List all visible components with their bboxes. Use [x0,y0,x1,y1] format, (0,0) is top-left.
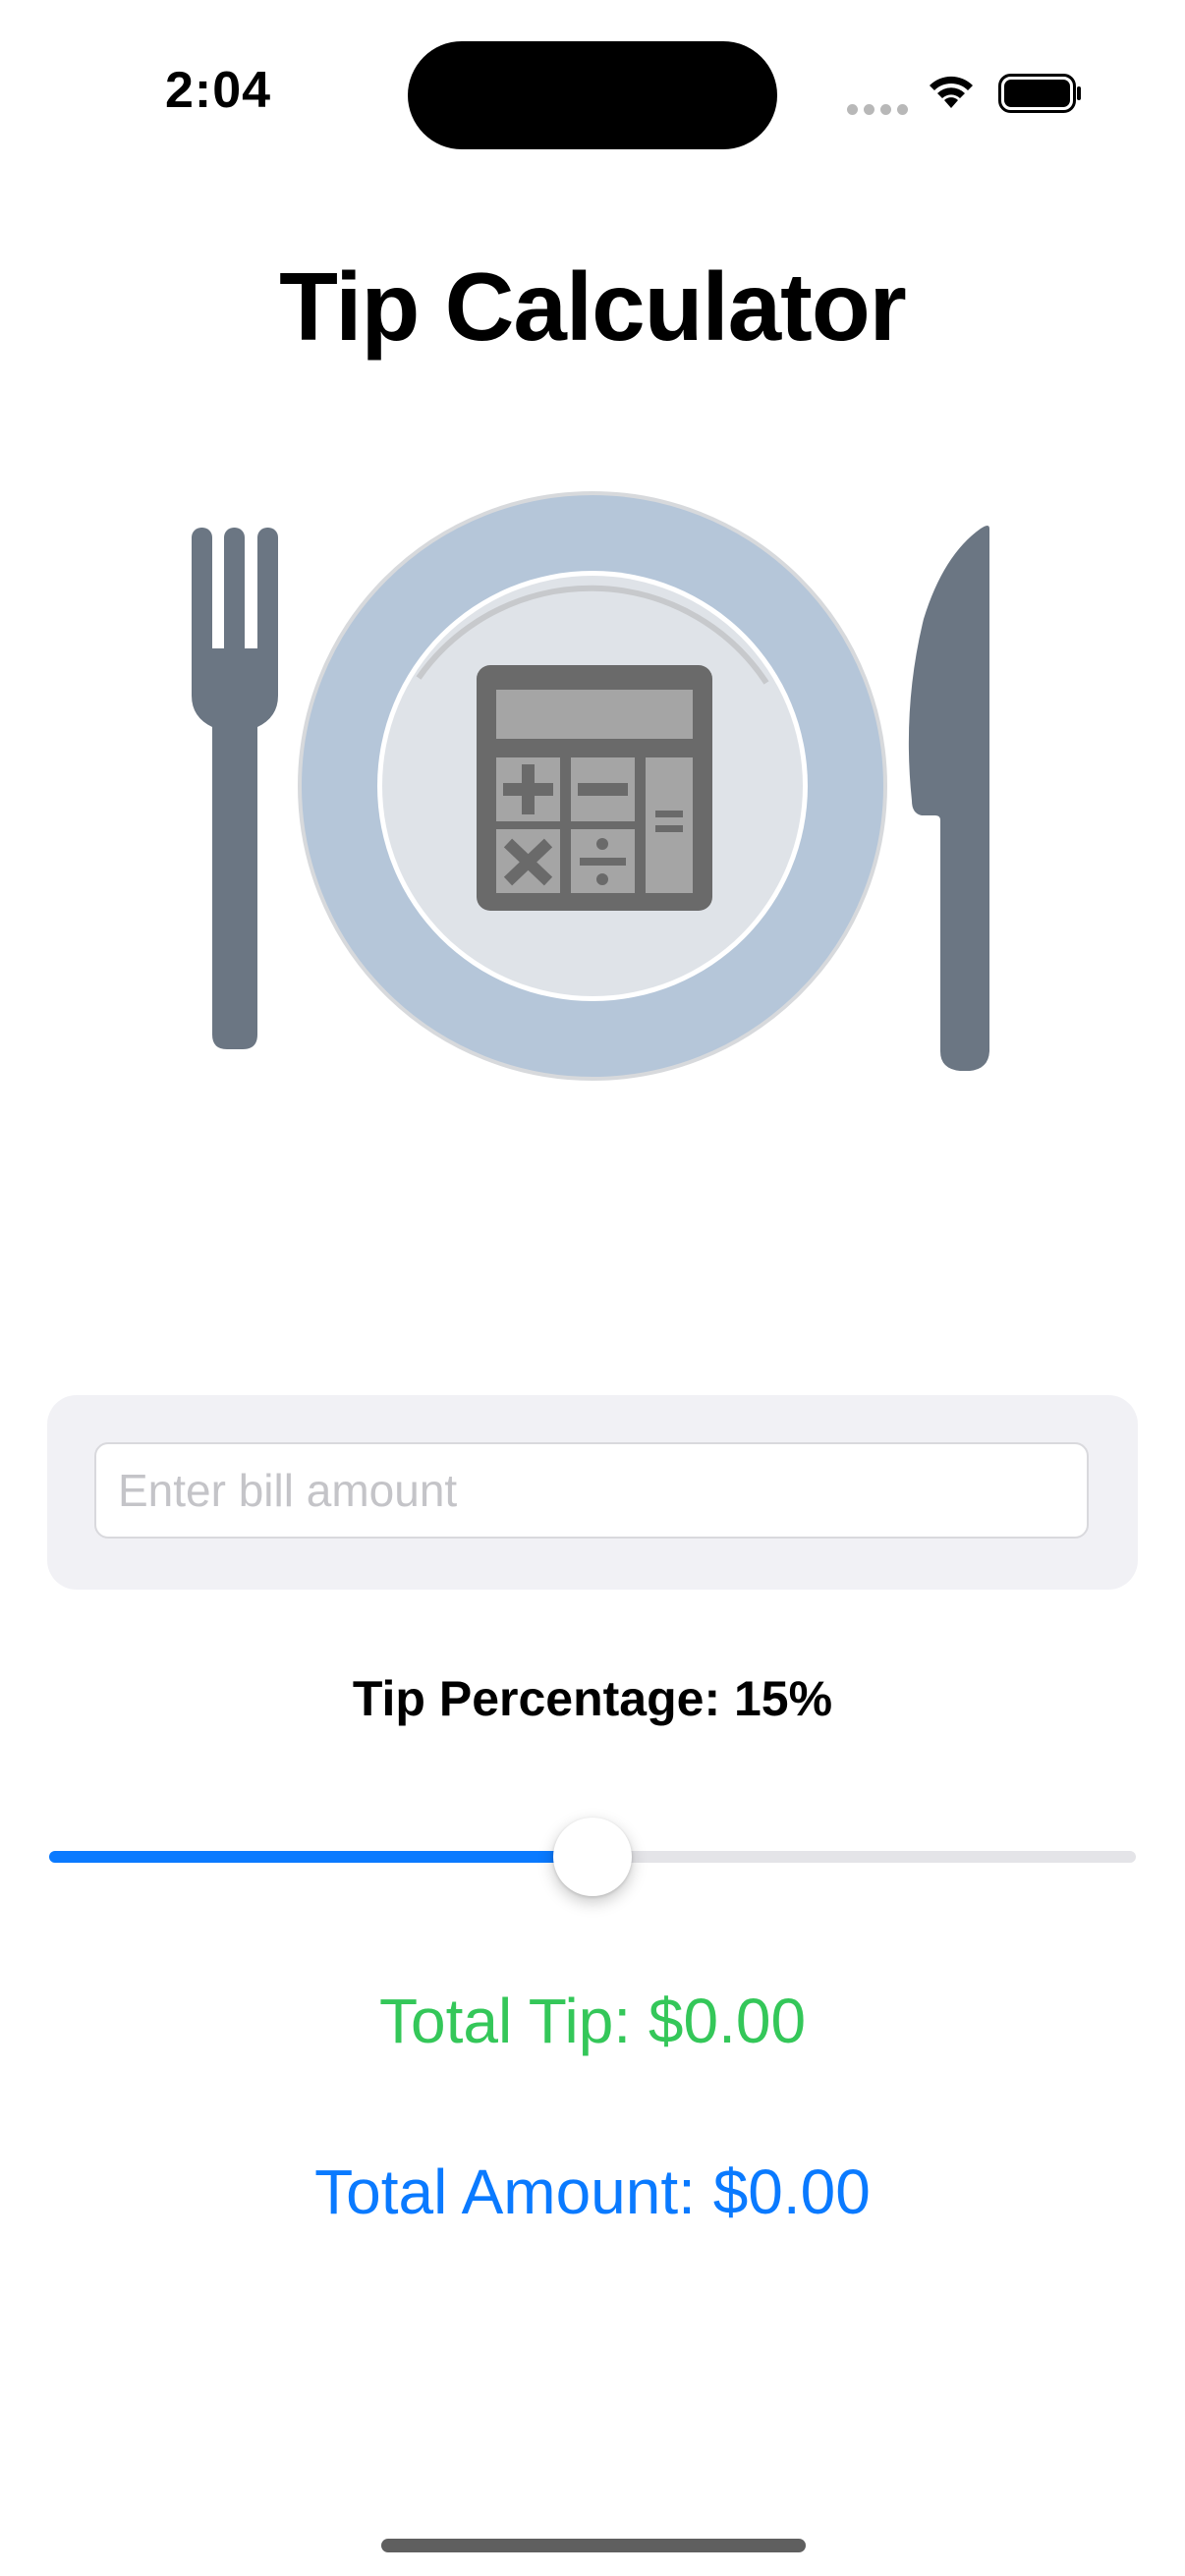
status-indicators [847,69,1083,118]
dynamic-island [408,41,777,149]
total-tip-label: Total Tip: $0.00 [378,1986,807,2056]
wifi-icon [930,76,973,108]
tip-percentage-slider[interactable] [49,1808,1136,1906]
fork-icon [192,528,278,1049]
total-amount-label: Total Amount: $0.00 [314,2156,871,2227]
tip-percentage-label: Tip Percentage: 15% [352,1671,833,1726]
status-time: 2:04 [165,62,272,119]
slider-thumb[interactable] [553,1818,632,1896]
cellular-signal-icon [847,102,914,120]
calculator-icon [477,665,712,911]
battery-icon [998,74,1081,113]
slider-fill [49,1851,592,1863]
page-title: Tip Calculator [279,252,907,361]
home-indicator [381,2539,806,2552]
hero-illustration [177,481,1012,1110]
bill-amount-input[interactable] [94,1442,1089,1539]
knife-icon [908,526,989,1071]
bill-input-card [47,1395,1138,1590]
